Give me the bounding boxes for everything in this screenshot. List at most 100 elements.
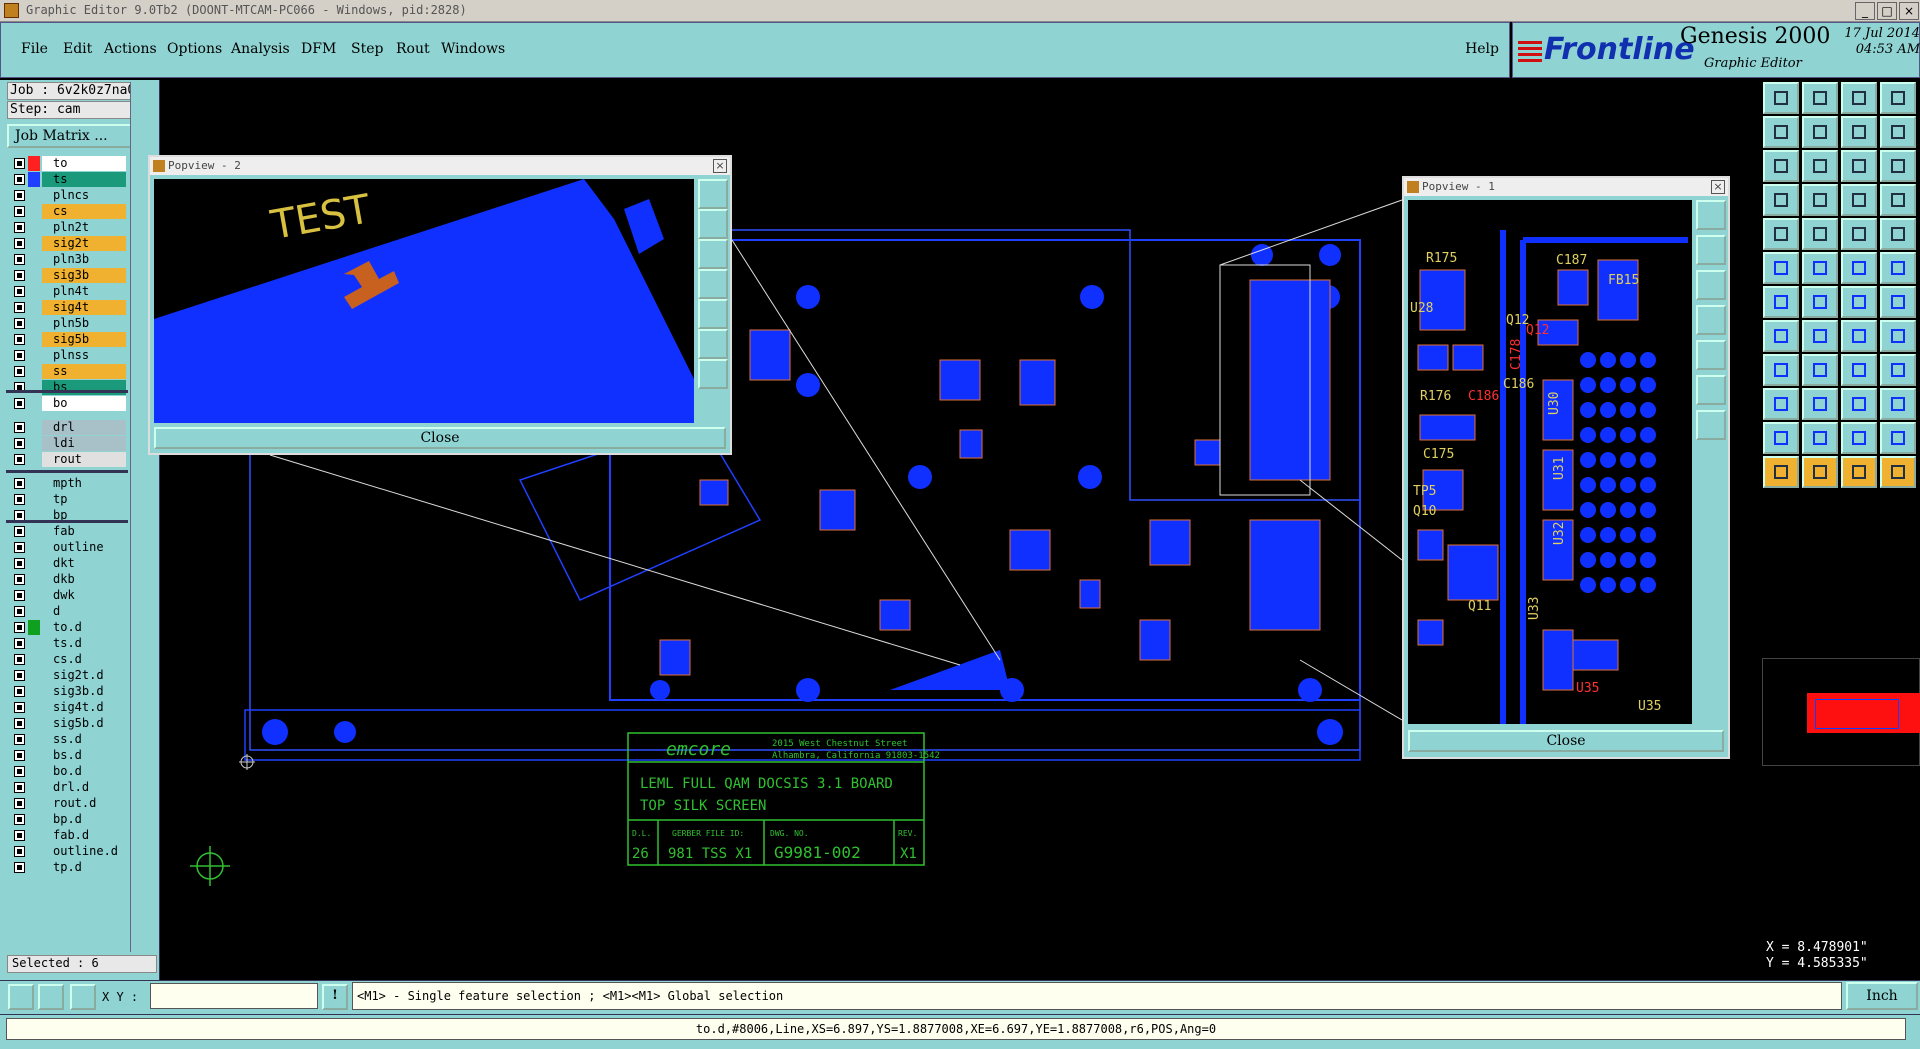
popview-1-tool-fit[interactable] xyxy=(1696,200,1726,230)
layer-color-swatch[interactable] xyxy=(28,348,40,363)
tool-button[interactable] xyxy=(1763,354,1799,386)
layer-name[interactable]: sig3b xyxy=(42,268,126,283)
layer-name[interactable]: cs.d xyxy=(42,652,126,667)
layer-color-swatch[interactable] xyxy=(28,364,40,379)
layer-color-swatch[interactable] xyxy=(28,476,40,491)
tool-button[interactable] xyxy=(1763,218,1799,250)
layer-name[interactable]: mpth xyxy=(42,476,126,491)
popview-1-tool-right[interactable] xyxy=(1696,340,1726,370)
popview-2-tool-zoom-out[interactable] xyxy=(698,359,728,389)
layer-row[interactable]: outline.d xyxy=(8,844,130,859)
layer-checkbox[interactable] xyxy=(14,862,25,873)
layer-color-swatch[interactable] xyxy=(28,716,40,731)
layer-name[interactable]: sig4t.d xyxy=(42,700,126,715)
layer-name[interactable]: outline xyxy=(42,540,126,555)
tool-button[interactable] xyxy=(1763,456,1799,488)
tool-button[interactable] xyxy=(1841,320,1877,352)
layer-color-swatch[interactable] xyxy=(28,796,40,811)
layer-name[interactable]: bo xyxy=(42,396,126,411)
layer-row[interactable]: cs xyxy=(8,204,130,219)
layer-row[interactable]: ss xyxy=(8,364,130,379)
layer-color-swatch[interactable] xyxy=(28,236,40,251)
popview-2-tool-zoom-in[interactable] xyxy=(698,329,728,359)
tool-button[interactable] xyxy=(1841,82,1877,114)
layer-color-swatch[interactable] xyxy=(28,684,40,699)
layer-name[interactable]: drl xyxy=(42,420,126,435)
layer-row[interactable]: d xyxy=(8,604,130,619)
layer-color-swatch[interactable] xyxy=(28,556,40,571)
tool-button[interactable] xyxy=(1763,286,1799,318)
layer-checkbox[interactable] xyxy=(14,238,25,249)
layer-color-swatch[interactable] xyxy=(28,452,40,467)
layer-row[interactable]: dkb xyxy=(8,572,130,587)
menu-analysis[interactable]: Analysis xyxy=(231,41,290,57)
layer-row[interactable]: bo xyxy=(8,396,130,411)
layer-name[interactable]: sig2t xyxy=(42,236,126,251)
layer-color-swatch[interactable] xyxy=(28,844,40,859)
layer-color-swatch[interactable] xyxy=(28,780,40,795)
tool-button[interactable] xyxy=(1763,116,1799,148)
tool-button[interactable] xyxy=(1880,320,1916,352)
layer-checkbox[interactable] xyxy=(14,270,25,281)
layer-row[interactable]: fab.d xyxy=(8,828,130,843)
layer-name[interactable]: pln4t xyxy=(42,284,126,299)
tool-button[interactable] xyxy=(1841,150,1877,182)
tool-button[interactable] xyxy=(1880,150,1916,182)
popview-1-window[interactable]: Popview - 1 × R175 C187 FB15 U28 Q12 Q12… xyxy=(1402,176,1730,759)
layer-color-swatch[interactable] xyxy=(28,220,40,235)
layer-color-swatch[interactable] xyxy=(28,492,40,507)
layer-checkbox[interactable] xyxy=(14,718,25,729)
popview-1-close-icon[interactable]: × xyxy=(1711,180,1725,194)
tool-button[interactable] xyxy=(1763,184,1799,216)
tool-button[interactable] xyxy=(1763,150,1799,182)
layer-checkbox[interactable] xyxy=(14,302,25,313)
tool-button[interactable] xyxy=(1880,82,1916,114)
tool-button[interactable] xyxy=(1802,422,1838,454)
layer-checkbox[interactable] xyxy=(14,830,25,841)
layer-color-swatch[interactable] xyxy=(28,300,40,315)
layer-row[interactable]: bs.d xyxy=(8,748,130,763)
popview-2-close-button[interactable]: Close xyxy=(154,427,726,449)
menu-help[interactable]: Help xyxy=(1465,41,1499,57)
tool-button[interactable] xyxy=(1763,320,1799,352)
layer-color-swatch[interactable] xyxy=(28,588,40,603)
layer-row[interactable]: ldi xyxy=(8,436,130,451)
popview-1-close-button[interactable]: Close xyxy=(1408,730,1724,752)
layer-row[interactable]: bo.d xyxy=(8,764,130,779)
layer-name[interactable]: drl.d xyxy=(42,780,126,795)
layer-checkbox[interactable] xyxy=(14,398,25,409)
layer-name[interactable]: sig5b xyxy=(42,332,126,347)
layer-name[interactable]: ts.d xyxy=(42,636,126,651)
layer-name[interactable]: plnss xyxy=(42,348,126,363)
layer-name[interactable]: to xyxy=(42,156,126,171)
layer-checkbox[interactable] xyxy=(14,174,25,185)
layer-name[interactable]: tp.d xyxy=(42,860,126,875)
tool-button[interactable] xyxy=(1841,388,1877,420)
tool-button[interactable] xyxy=(1802,116,1838,148)
layer-row[interactable]: sig4t xyxy=(8,300,130,315)
layer-checkbox[interactable] xyxy=(14,814,25,825)
layer-color-swatch[interactable] xyxy=(28,268,40,283)
close-window-button[interactable]: × xyxy=(1899,2,1919,20)
layer-name[interactable]: rout.d xyxy=(42,796,126,811)
layer-color-swatch[interactable] xyxy=(28,396,40,411)
popview-2-tool-right[interactable] xyxy=(698,299,728,329)
layer-color-swatch[interactable] xyxy=(28,636,40,651)
layer-checkbox[interactable] xyxy=(14,558,25,569)
layer-checkbox[interactable] xyxy=(14,494,25,505)
layer-name[interactable]: ldi xyxy=(42,436,126,451)
layer-checkbox[interactable] xyxy=(14,702,25,713)
layer-name[interactable]: sig4t xyxy=(42,300,126,315)
layer-checkbox[interactable] xyxy=(14,318,25,329)
popview-2-tool-left[interactable] xyxy=(698,269,728,299)
layer-name[interactable]: sig5b.d xyxy=(42,716,126,731)
tool-button[interactable] xyxy=(1880,116,1916,148)
layer-row[interactable]: plnss xyxy=(8,348,130,363)
tool-button[interactable] xyxy=(1763,252,1799,284)
tool-button[interactable] xyxy=(1802,286,1838,318)
units-selector[interactable]: Inch xyxy=(1846,982,1918,1010)
tool-button[interactable] xyxy=(1841,354,1877,386)
tool-button[interactable] xyxy=(1802,456,1838,488)
tool-button[interactable] xyxy=(1841,456,1877,488)
layer-name[interactable]: dwk xyxy=(42,588,126,603)
